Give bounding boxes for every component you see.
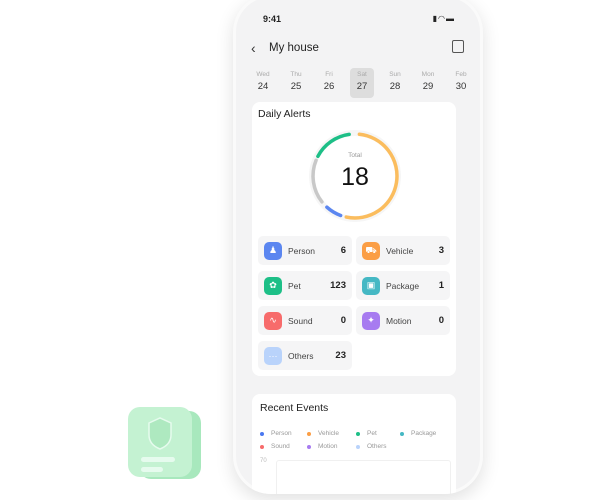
legend-sound: Sound: [260, 443, 290, 450]
day-feb[interactable]: Feb 30: [449, 68, 473, 98]
legend-dot: [356, 444, 360, 449]
wifi-icon: ◠: [438, 14, 446, 23]
daily-alerts-title: Daily Alerts: [258, 108, 311, 120]
legend-label: Motion: [318, 443, 338, 450]
alert-label: Vehicle: [386, 245, 414, 256]
day-name: Wed: [256, 71, 270, 78]
alert-count: 6: [340, 245, 346, 256]
security-document-illustration: [125, 405, 203, 483]
legend-others: Others: [356, 443, 387, 450]
day-name: Mon: [421, 71, 435, 78]
legend-package: Package: [400, 430, 436, 437]
alert-label: Pet: [288, 280, 301, 291]
daily-alerts-card: Daily Alerts Total 18 ♟ Person 6 ⛟ Vehicle 3 ✿…: [252, 102, 456, 376]
day-date: 28: [389, 81, 401, 92]
motion-icon: ✦: [362, 311, 380, 330]
day-date: 25: [290, 81, 302, 92]
header: ‹ My house: [251, 38, 466, 58]
legend-pet: Pet: [356, 430, 377, 437]
day-wed[interactable]: Wed 24: [251, 68, 275, 98]
day-date: 30: [455, 81, 467, 92]
y-axis-top-label: 70: [260, 458, 267, 464]
device-scan-icon[interactable]: [452, 40, 464, 53]
legend-label: Person: [271, 430, 292, 437]
alert-tile-motion[interactable]: ✦ Motion 0: [356, 306, 450, 335]
page-title: My house: [269, 42, 319, 54]
alert-tile-person[interactable]: ♟ Person 6: [258, 236, 352, 265]
legend-dot: [260, 431, 264, 436]
legend-dot: [307, 444, 311, 449]
recent-events-card: Recent Events Person Vehicle Pet Package Sou…: [252, 394, 456, 494]
date-strip: Wed 24 Thu 25 Fri 26 Sat 27 Sun 28 Mon 29 Feb 30: [251, 68, 473, 98]
legend-dot: [307, 431, 311, 436]
legend-label: Pet: [367, 430, 377, 437]
person-icon: ♟: [264, 241, 282, 260]
recent-events-title: Recent Events: [260, 402, 329, 414]
day-sun[interactable]: Sun 28: [383, 68, 407, 98]
chevron-left-icon[interactable]: ‹: [251, 40, 267, 56]
total-label: Total: [348, 152, 362, 159]
day-name: Feb: [455, 71, 467, 78]
legend-vehicle: Vehicle: [307, 430, 339, 437]
alert-label: Others: [288, 350, 314, 361]
events-chart: [276, 460, 451, 494]
legend-label: Sound: [271, 443, 290, 450]
day-name: Thu: [290, 71, 302, 78]
legend-dot: [356, 431, 360, 436]
alert-label: Motion: [386, 315, 412, 326]
package-icon: ▣: [362, 276, 380, 295]
alert-count: 3: [438, 245, 444, 256]
alert-label: Sound: [288, 315, 313, 326]
alert-label: Person: [288, 245, 315, 256]
alert-count: 23: [335, 350, 346, 361]
day-mon[interactable]: Mon 29: [416, 68, 440, 98]
others-icon: ···: [264, 346, 282, 365]
sound-icon: ∿: [264, 311, 282, 330]
legend-label: Package: [411, 430, 437, 437]
day-name: Sat: [357, 71, 367, 78]
phone-screen: 9:41 ▮◠▬ ‹ My house Wed 24 Thu 25 Fri 26 Sat 27…: [233, 0, 483, 494]
day-name: Fri: [325, 71, 333, 78]
alert-tile-vehicle[interactable]: ⛟ Vehicle 3: [356, 236, 450, 265]
alert-count: 0: [340, 315, 346, 326]
total-value: 18: [341, 163, 369, 191]
day-date: 24: [257, 81, 269, 92]
legend-label: Vehicle: [318, 430, 339, 437]
day-date: 26: [323, 81, 335, 92]
day-name: Sun: [389, 71, 401, 78]
status-time: 9:41: [263, 14, 282, 24]
vehicle-icon: ⛟: [362, 241, 380, 260]
day-date: 27: [356, 81, 368, 92]
legend-motion: Motion: [307, 443, 338, 450]
alert-label: Package: [386, 280, 420, 291]
day-sat[interactable]: Sat 27: [350, 68, 374, 98]
battery-icon: ▬: [446, 14, 455, 23]
pet-icon: ✿: [264, 276, 282, 295]
legend-person: Person: [260, 430, 292, 437]
alert-count: 123: [330, 280, 346, 291]
alert-tile-pet[interactable]: ✿ Pet 123: [258, 271, 352, 300]
alert-tile-others[interactable]: ··· Others 23: [258, 341, 352, 370]
alert-tile-sound[interactable]: ∿ Sound 0: [258, 306, 352, 335]
day-date: 29: [422, 81, 434, 92]
alert-count: 1: [438, 280, 444, 291]
day-thu[interactable]: Thu 25: [284, 68, 308, 98]
legend-dot: [400, 431, 404, 436]
alert-tile-package[interactable]: ▣ Package 1: [356, 271, 450, 300]
day-fri[interactable]: Fri 26: [317, 68, 341, 98]
alert-count: 0: [438, 315, 444, 326]
status-icons: ▮◠▬: [433, 14, 455, 23]
legend-dot: [260, 444, 264, 449]
legend-label: Others: [367, 443, 387, 450]
